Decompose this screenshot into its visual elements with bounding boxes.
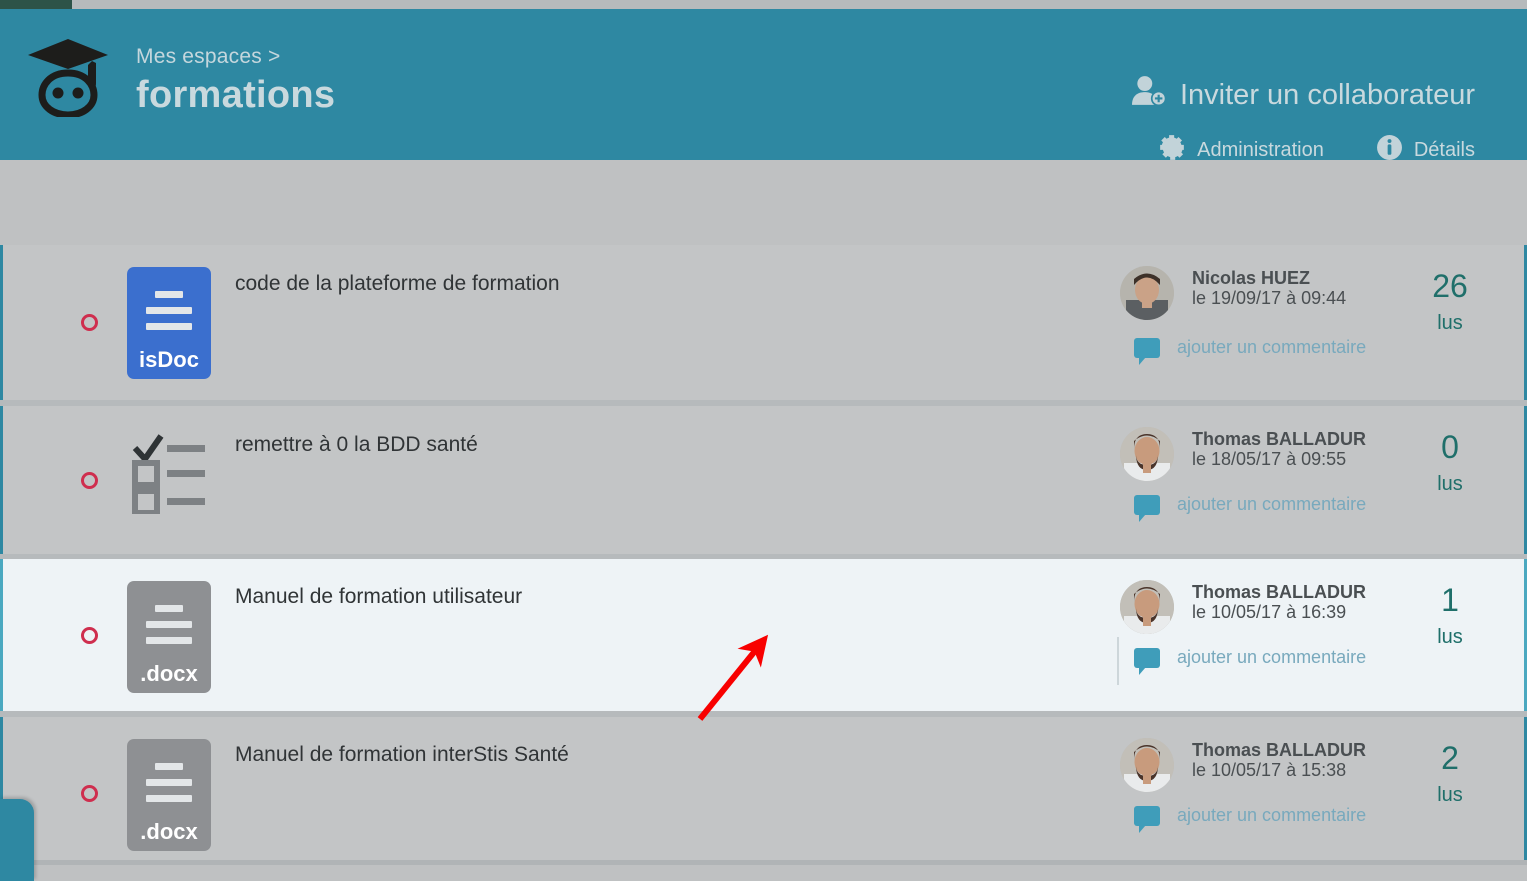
browser-top-strip [0,0,1527,9]
invite-collaborator-button[interactable]: Inviter un collaborateur [1129,75,1475,115]
read-count: 2 lus [1414,742,1486,807]
add-comment-link[interactable]: ajouter un commentaire [1134,337,1367,365]
meta-divider [1117,637,1119,685]
read-count-label: lus [1437,312,1463,334]
document-date: le 10/05/17 à 15:38 [1192,760,1347,780]
avatar [1120,266,1174,320]
author-name: Thomas BALLADUR [1192,429,1366,449]
comment-bubble-icon [1134,494,1160,522]
graduation-cap-avatar-icon [24,35,112,119]
document-date: le 10/05/17 à 16:39 [1192,602,1347,622]
file-tile-lines [127,291,211,330]
file-extension-label: .docx [140,661,198,686]
isdoc-file-icon[interactable]: isDoc [127,267,211,379]
document-title[interactable]: remettre à 0 la BDD santé [235,433,478,457]
invite-collaborator-label: Inviter un collaborateur [1180,78,1475,111]
read-count-label: lus [1437,626,1463,648]
add-comment-link[interactable]: ajouter un commentaire [1134,805,1367,833]
space-toolbar: Dossiers Agenda 31 Ajouter [0,160,1527,384]
unread-indicator [81,785,98,802]
read-count-label: lus [1437,473,1463,495]
file-extension-label: isDoc [139,347,199,372]
comment-bubble-icon [1134,805,1160,833]
document-date: le 18/05/17 à 09:55 [1192,449,1347,469]
avatar [1120,738,1174,792]
add-comment-label: ajouter un commentaire [1177,494,1367,514]
document-list: isDoc code de la plateforme de formation… [0,245,1527,881]
read-count-label: lus [1437,784,1463,806]
add-comment-link[interactable]: ajouter un commentaire [1134,647,1367,675]
file-tile-lines [127,763,211,802]
docx-file-icon[interactable]: .docx [127,739,211,851]
read-count-value: 26 [1432,268,1468,304]
app-root: Mes espaces > formations Inviter un coll… [0,0,1527,881]
checklist-icon[interactable] [131,428,207,516]
comment-bubble-icon [1134,647,1160,675]
unread-indicator [81,314,98,331]
file-tile-lines [127,605,211,644]
document-title[interactable]: Manuel de formation utilisateur [235,585,522,609]
unread-indicator [81,627,98,644]
read-count-value: 2 [1441,740,1459,776]
unread-indicator [81,472,98,489]
document-date: le 19/09/17 à 09:44 [1192,288,1347,308]
add-comment-label: ajouter un commentaire [1177,647,1367,667]
page-title: formations [136,74,336,116]
author-name: Thomas BALLADUR [1192,582,1366,602]
table-row[interactable]: .docx Manuel de formation interStis Sant… [0,717,1527,865]
read-count-value: 0 [1441,429,1459,465]
space-header: Mes espaces > formations Inviter un coll… [0,9,1527,161]
avatar [1120,580,1174,634]
details-label: Détails [1413,138,1475,161]
author-name: Nicolas HUEZ [1192,268,1311,288]
read-count: 26 lus [1414,270,1486,335]
breadcrumb[interactable]: Mes espaces > [136,45,280,69]
comment-bubble-icon [1134,337,1160,365]
document-title[interactable]: code de la plateforme de formation [235,272,560,296]
read-count: 1 lus [1414,584,1486,649]
docx-file-icon[interactable]: .docx [127,581,211,693]
table-row[interactable]: .docx Manuel de formation utilisateur Th… [0,559,1527,880]
administration-label: Administration [1197,138,1324,161]
file-extension-label: .docx [140,819,198,844]
user-add-icon [1129,75,1167,115]
read-count-value: 1 [1441,582,1459,618]
document-title[interactable]: Manuel de formation interStis Santé [235,743,569,767]
table-row[interactable]: remettre à 0 la BDD santé Thomas BALLADU… [0,406,1527,554]
author-name: Thomas BALLADUR [1192,740,1366,760]
read-count: 0 lus [1414,431,1486,496]
add-comment-link[interactable]: ajouter un commentaire [1134,494,1367,522]
add-comment-label: ajouter un commentaire [1177,337,1367,357]
sidebar-dossiers-tab[interactable]: Dossiers [0,799,34,881]
add-comment-label: ajouter un commentaire [1177,805,1367,825]
table-row[interactable]: isDoc code de la plateforme de formation… [0,245,1527,400]
top-strip-accent [0,0,72,9]
avatar [1120,427,1174,481]
list-bottom-strip [0,865,1527,881]
